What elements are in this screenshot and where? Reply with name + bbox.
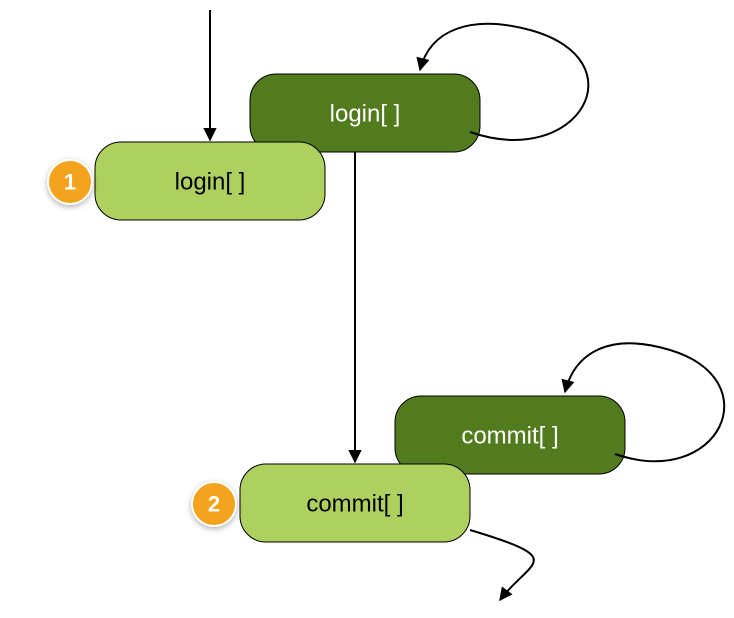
node-commit-dark-label: commit[ ]: [461, 422, 558, 449]
node-commit-dark: commit[ ]: [395, 396, 625, 474]
badge-1-label: 1: [64, 170, 76, 195]
node-commit-light-label: commit[ ]: [306, 490, 403, 517]
node-login-dark-label: login[ ]: [330, 100, 401, 127]
node-commit-light: commit[ ]: [240, 464, 470, 542]
node-login-light-label: login[ ]: [175, 168, 246, 195]
node-login-dark: login[ ]: [250, 74, 480, 152]
badge-1: 1: [48, 160, 92, 204]
node-login-light: login[ ]: [95, 142, 325, 220]
edge-commit-to-end: [470, 530, 534, 600]
badge-2: 2: [192, 482, 236, 526]
badge-2-label: 2: [208, 492, 220, 517]
flow-diagram: login[ ] login[ ] 1 commit[ ] commit[ ] …: [0, 0, 734, 618]
